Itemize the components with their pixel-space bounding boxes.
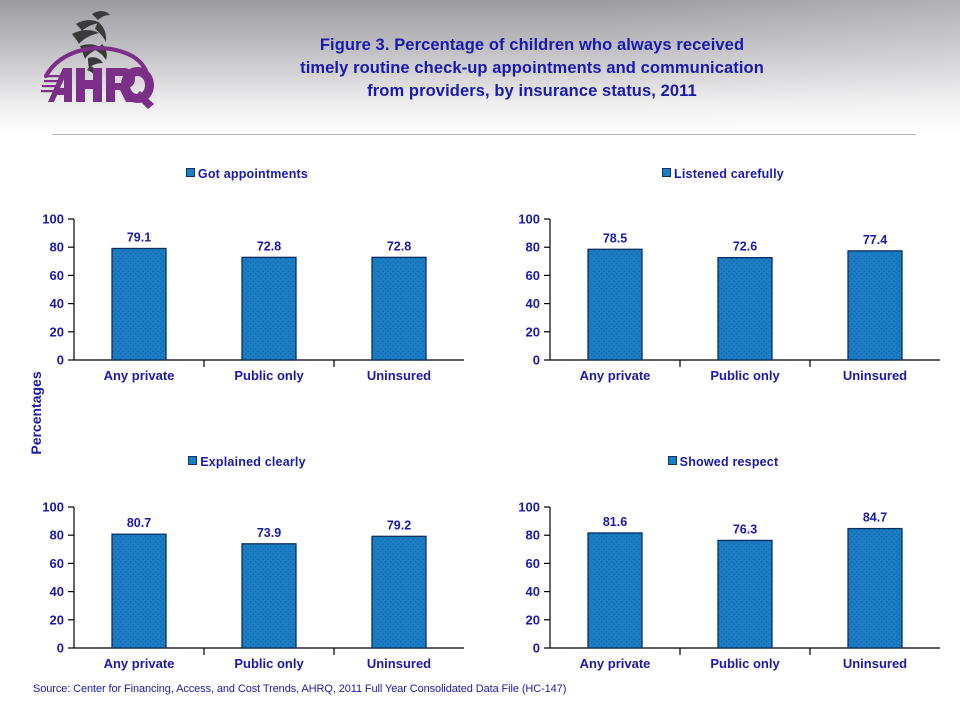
y-axis-tick-label: 80 <box>526 240 540 255</box>
title-line-3: from providers, by insurance status, 201… <box>367 82 697 100</box>
y-axis-tick-label: 40 <box>526 584 540 599</box>
hhs-eagle-icon <box>72 11 110 76</box>
chart-panel-listened-carefully: Listened carefully 0 20 40 60 80 100 78.5 Any p… <box>488 160 958 410</box>
y-axis-tick-label: 100 <box>42 500 64 515</box>
y-axis-tick-label: 100 <box>42 212 64 227</box>
bar <box>111 533 167 649</box>
bar-chart: 0 20 40 60 80 100 78.5 Any private 72.6 Public on… <box>488 160 958 410</box>
bar-value-label: 84.7 <box>863 511 887 525</box>
x-axis-category-label: Any private <box>104 368 175 383</box>
bar-value-label: 80.7 <box>127 516 151 530</box>
x-axis-category-label: Uninsured <box>843 656 907 671</box>
bar-chart: 0 20 40 60 80 100 79.1 Any private 72.8 Public on… <box>12 160 482 410</box>
bar-value-label: 72.8 <box>387 239 411 253</box>
y-axis-tick-label: 20 <box>526 324 540 339</box>
y-axis-tick-label: 60 <box>526 268 540 283</box>
bar <box>241 543 297 649</box>
bar <box>371 256 427 361</box>
y-axis-tick-label: 20 <box>50 612 64 627</box>
bar-value-label: 78.5 <box>603 231 627 245</box>
x-axis-category-label: Any private <box>580 368 651 383</box>
title-line-1: Figure 3. Percentage of children who alw… <box>319 36 745 54</box>
y-axis-tick-label: 20 <box>526 612 540 627</box>
bar <box>847 527 903 649</box>
page-title: Figure 3. Percentage of children who alw… <box>236 34 828 103</box>
bar-value-label: 72.8 <box>257 239 281 253</box>
y-axis-tick-label: 0 <box>533 353 540 368</box>
y-axis-tick-label: 40 <box>50 296 64 311</box>
y-axis-tick-label: 100 <box>518 212 540 227</box>
bar-value-label: 72.6 <box>733 240 757 254</box>
bar <box>111 247 167 361</box>
y-axis-tick-label: 0 <box>533 641 540 656</box>
x-axis-category-label: Uninsured <box>843 368 907 383</box>
bar-value-label: 73.9 <box>257 526 281 540</box>
bar <box>587 248 643 361</box>
bar <box>587 532 643 649</box>
y-axis-tick-label: 0 <box>57 641 64 656</box>
y-axis-tick-label: 80 <box>526 528 540 543</box>
y-axis-tick-label: 60 <box>50 556 64 571</box>
bar-chart: 0 20 40 60 80 100 81.6 Any private 76.3 Public on… <box>488 448 958 698</box>
bar-value-label: 79.1 <box>127 230 151 244</box>
bar <box>847 250 903 361</box>
x-axis-category-label: Any private <box>104 656 175 671</box>
x-axis-category-label: Public only <box>710 656 780 671</box>
chart-panel-showed-respect: Showed respect 0 20 40 60 80 100 81.6 Any priva… <box>488 448 958 698</box>
header-divider <box>52 134 916 135</box>
bar <box>371 535 427 649</box>
bar-chart: 0 20 40 60 80 100 80.7 Any private 73.9 Public on… <box>12 448 482 698</box>
bar <box>717 256 773 361</box>
bar <box>241 256 297 361</box>
x-axis-category-label: Public only <box>710 368 780 383</box>
y-axis-tick-label: 60 <box>526 556 540 571</box>
x-axis-category-label: Public only <box>234 368 304 383</box>
source-note: Source: Center for Financing, Access, an… <box>33 683 567 695</box>
title-line-2: timely routine check-up appointments and… <box>300 59 764 77</box>
bar-value-label: 81.6 <box>603 515 627 529</box>
y-axis-tick-label: 40 <box>50 584 64 599</box>
x-axis-category-label: Uninsured <box>367 368 431 383</box>
y-axis-tick-label: 20 <box>50 324 64 339</box>
x-axis-category-label: Any private <box>580 656 651 671</box>
chart-panel-explained-clearly: Explained clearly 0 20 40 60 80 100 80.7 Any pr… <box>12 448 482 698</box>
y-axis-tick-label: 40 <box>526 296 540 311</box>
bar-value-label: 77.4 <box>863 233 887 247</box>
y-axis-tick-label: 60 <box>50 268 64 283</box>
bar <box>717 539 773 649</box>
y-axis-tick-label: 100 <box>518 500 540 515</box>
ahrq-logo <box>36 6 158 110</box>
bar-value-label: 76.3 <box>733 522 757 536</box>
bar-value-label: 79.2 <box>387 518 411 532</box>
chart-panel-got-appointments: Got appointments 0 20 40 60 80 100 79.1 Any pri… <box>12 160 482 410</box>
y-axis-tick-label: 80 <box>50 528 64 543</box>
y-axis-tick-label: 80 <box>50 240 64 255</box>
x-axis-category-label: Public only <box>234 656 304 671</box>
ahrq-wordmark <box>41 67 154 109</box>
y-axis-tick-label: 0 <box>57 353 64 368</box>
x-axis-category-label: Uninsured <box>367 656 431 671</box>
